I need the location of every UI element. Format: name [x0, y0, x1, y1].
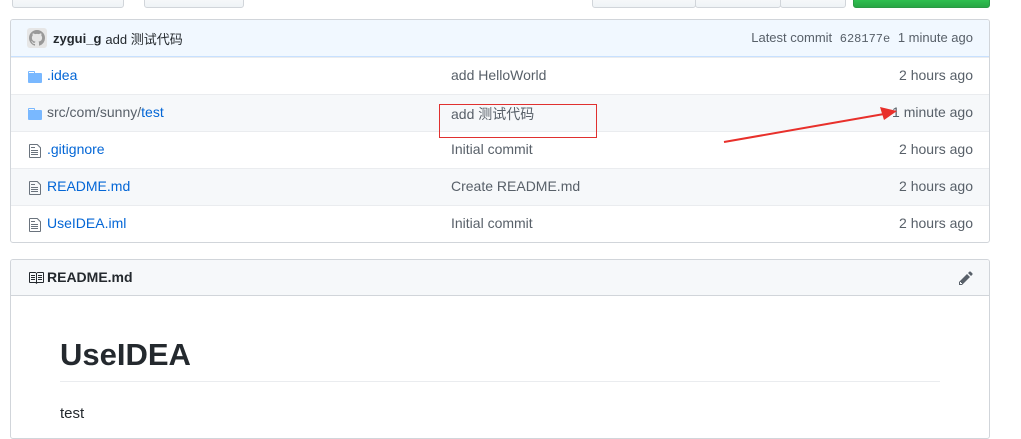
annotation-arrow: [723, 107, 897, 143]
